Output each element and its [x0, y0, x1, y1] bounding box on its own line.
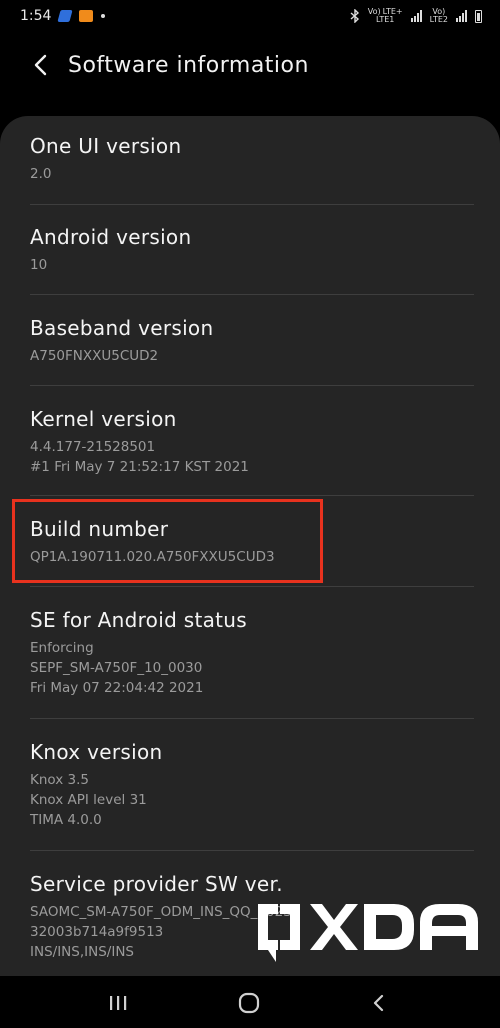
app-header: Software information	[0, 38, 500, 92]
back-button[interactable]	[18, 43, 62, 87]
back-icon	[373, 994, 384, 1012]
recent-apps-icon	[110, 996, 127, 1010]
item-title: Knox version	[30, 740, 163, 764]
navigation-bar	[0, 976, 500, 1028]
item-title: SE for Android status	[30, 608, 247, 632]
divider	[30, 495, 474, 496]
sim1-indicator: Vo) LTE+ LTE1	[368, 8, 403, 24]
list-item-knox-version[interactable]: Knox version Knox 3.5 Knox API level 31 …	[0, 740, 500, 830]
item-value: 4.4.177-21528501	[30, 439, 156, 455]
status-bar: 1:54 Vo) LTE+ LTE1 Vo) LTE2	[0, 0, 500, 32]
list-item-one-ui-version[interactable]: One UI version 2.0	[0, 134, 500, 184]
bluetooth-icon	[350, 9, 359, 23]
signal-icon	[456, 10, 467, 22]
list-item-baseband-version[interactable]: Baseband version A750FNXXU5CUD2	[0, 316, 500, 366]
item-title: Baseband version	[30, 316, 214, 340]
xda-logo	[258, 904, 478, 962]
build-number-highlight	[12, 499, 323, 583]
item-value: #1 Fri May 7 21:52:17 KST 2021	[30, 459, 249, 475]
signal-icon	[410, 10, 422, 22]
item-value: A750FNXXU5CUD2	[30, 348, 159, 364]
item-value: 10	[30, 257, 48, 273]
divider	[30, 718, 474, 719]
sim2-indicator: Vo) LTE2	[430, 8, 448, 24]
divider	[30, 385, 474, 386]
list-item-android-version[interactable]: Android version 10	[0, 225, 500, 275]
divider	[30, 204, 474, 205]
nav-back-button[interactable]	[358, 986, 398, 1020]
item-value: Knox API level 31	[30, 792, 147, 808]
item-value: SEPF_SM-A750F_10_0030	[30, 660, 203, 676]
software-info-card: One UI version 2.0 Android version 10 Ba…	[0, 116, 500, 976]
lte2-label: LTE2	[429, 15, 448, 24]
item-title: Android version	[30, 225, 192, 249]
back-arrow-icon	[34, 54, 47, 76]
divider	[30, 586, 474, 587]
item-value: Fri May 07 22:04:42 2021	[30, 680, 204, 696]
status-time: 1:54	[20, 8, 52, 24]
item-value: Enforcing	[30, 640, 94, 656]
home-button[interactable]	[229, 986, 269, 1020]
item-value: Knox 3.5	[30, 772, 90, 788]
home-icon	[238, 992, 260, 1014]
item-title: Service provider SW ver.	[30, 872, 283, 896]
item-title: One UI version	[30, 134, 182, 158]
status-left: 1:54	[20, 8, 106, 24]
list-item-se-for-android-status[interactable]: SE for Android status Enforcing SEPF_SM-…	[0, 608, 500, 698]
item-value: TIMA 4.0.0	[30, 812, 102, 828]
item-title: Kernel version	[30, 407, 177, 431]
list-item-kernel-version[interactable]: Kernel version 4.4.177-21528501 #1 Fri M…	[0, 407, 500, 477]
item-value: 2.0	[30, 166, 52, 182]
page-title: Software information	[68, 52, 309, 78]
lte1-label: LTE1	[375, 15, 395, 24]
notification-app-icon	[57, 10, 74, 22]
recent-apps-button[interactable]	[98, 986, 138, 1020]
status-right: Vo) LTE+ LTE1 Vo) LTE2	[350, 8, 482, 24]
battery-icon	[475, 9, 482, 23]
dot-icon	[101, 14, 106, 18]
divider	[30, 850, 474, 851]
divider	[30, 294, 474, 295]
notification-app-icon	[79, 10, 94, 22]
